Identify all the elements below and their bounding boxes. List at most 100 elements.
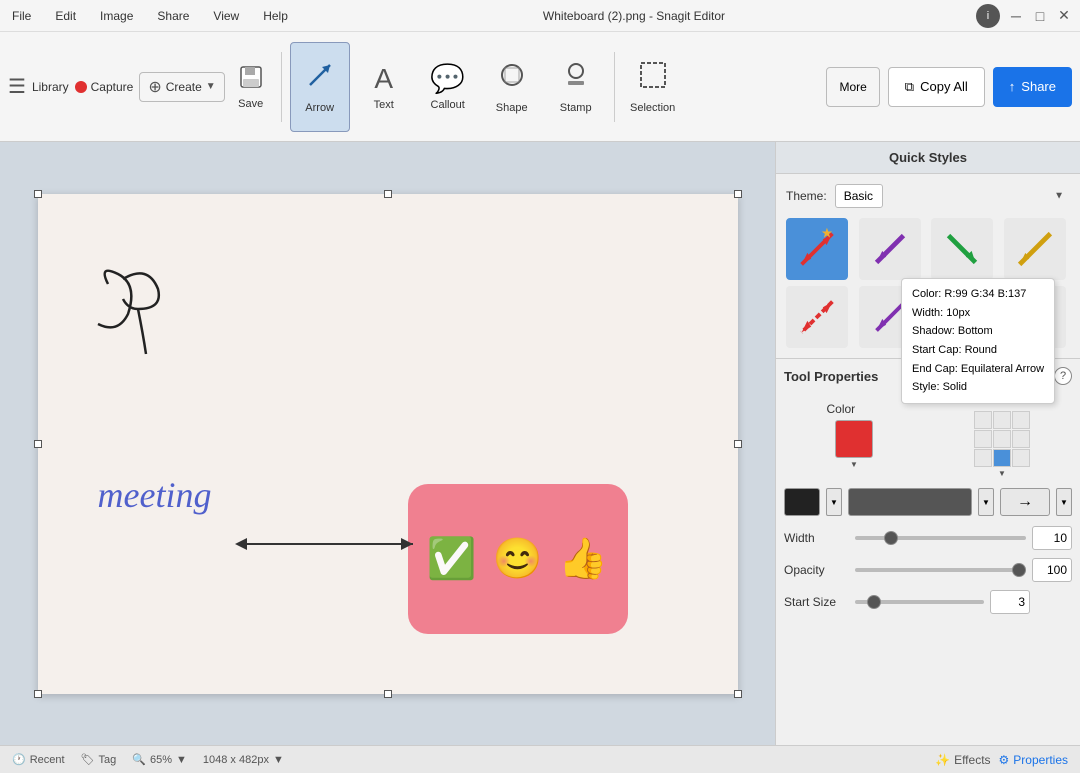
info-button[interactable]: i	[976, 4, 1000, 28]
stamp-tool-button[interactable]: Stamp	[546, 42, 606, 132]
line-style-dropdown[interactable]: ▼	[978, 488, 994, 516]
handle-bottom-left[interactable]	[34, 690, 42, 698]
more-button[interactable]: More	[826, 67, 879, 107]
close-button[interactable]: ✕	[1056, 8, 1072, 24]
shadow-cell-ml[interactable]	[974, 430, 992, 448]
svg-text:★: ★	[821, 225, 833, 240]
color-swatch[interactable]	[835, 420, 873, 458]
zoom-dropdown-arrow[interactable]: ▼	[176, 754, 187, 766]
style-item-3[interactable]	[931, 218, 993, 280]
recent-button[interactable]: 🕐 Recent	[12, 753, 65, 766]
smiley-emoji: 😊	[493, 535, 543, 582]
handwriting-gp	[68, 244, 198, 374]
arrow-label: Arrow	[305, 102, 334, 114]
save-button[interactable]: Save	[237, 63, 265, 110]
search-icon: 🔍	[132, 753, 146, 766]
help-button[interactable]: ?	[1054, 367, 1072, 385]
handle-bottom-middle[interactable]	[384, 690, 392, 698]
handle-top-middle[interactable]	[384, 190, 392, 198]
library-button[interactable]: Library	[32, 80, 69, 94]
handle-middle-left[interactable]	[34, 440, 42, 448]
shadow-cell-bc[interactable]	[993, 449, 1011, 467]
copy-all-button[interactable]: ⧉ Copy All	[888, 67, 985, 107]
menu-edit[interactable]: Edit	[51, 7, 80, 25]
menu-share[interactable]: Share	[153, 7, 193, 25]
shadow-cell-tl[interactable]	[974, 411, 992, 429]
color-label: Color	[827, 402, 882, 416]
canvas-wrapper: meeting ✅ 😊 👍	[38, 194, 738, 694]
handle-top-left[interactable]	[34, 190, 42, 198]
theme-select-wrapper: Basic	[835, 184, 1070, 208]
shadow-cell-tr[interactable]	[1012, 411, 1030, 429]
zoom-value[interactable]: 65%	[150, 754, 172, 766]
theme-select[interactable]: Basic	[835, 184, 883, 208]
create-button[interactable]: ⊕ Create ▼	[139, 72, 224, 102]
width-row: Width	[784, 526, 1072, 550]
style-item-5[interactable]	[786, 286, 848, 348]
canvas-area[interactable]: meeting ✅ 😊 👍	[0, 142, 775, 745]
line-color-button[interactable]	[784, 488, 820, 516]
shadow-cell-mc[interactable]	[993, 430, 1011, 448]
shadow-cell-tc[interactable]	[993, 411, 1011, 429]
opacity-slider[interactable]	[855, 568, 1026, 572]
start-size-slider[interactable]	[855, 600, 984, 604]
menu-toggle-button[interactable]: ☰	[8, 74, 26, 99]
handle-bottom-right[interactable]	[734, 690, 742, 698]
styles-grid: ★	[786, 218, 1070, 348]
dimensions-dropdown[interactable]: ▼	[273, 754, 284, 766]
menu-file[interactable]: File	[8, 7, 35, 25]
menu-view[interactable]: View	[209, 7, 243, 25]
theme-row: Theme: Basic	[786, 184, 1070, 208]
capture-button[interactable]: Capture	[75, 80, 134, 94]
main-toolbar: ☰ Library Capture ⊕ Create ▼ Save	[0, 32, 1080, 142]
maximize-button[interactable]: □	[1032, 8, 1048, 24]
callout-tool-button[interactable]: 💬 Callout	[418, 42, 478, 132]
right-panel: Quick Styles Theme: Basic	[775, 142, 1080, 745]
selection-tool-button[interactable]: Selection	[623, 42, 683, 132]
quick-styles-section: Theme: Basic ★	[776, 174, 1080, 359]
handle-middle-right[interactable]	[734, 440, 742, 448]
color-dropdown-arrow[interactable]: ▼	[850, 460, 858, 469]
toolbar-separator-2	[614, 52, 615, 122]
tooltip-end-cap: End Cap: Equilateral Arrow	[912, 360, 1044, 379]
width-value[interactable]	[1032, 526, 1072, 550]
minimize-button[interactable]: ─	[1008, 8, 1024, 24]
copy-all-label: Copy All	[920, 79, 968, 94]
arrow-tool-button[interactable]: Arrow	[290, 42, 350, 132]
style-item-4[interactable]	[1004, 218, 1066, 280]
text-tool-button[interactable]: A Text	[354, 42, 414, 132]
opacity-value[interactable]	[1032, 558, 1072, 582]
share-icon: ↑	[1009, 79, 1016, 94]
callout-icon: 💬	[430, 62, 465, 95]
shadow-grid	[974, 411, 1030, 467]
selection-label: Selection	[630, 102, 675, 114]
menu-help[interactable]: Help	[259, 7, 292, 25]
style-item-2[interactable]	[859, 218, 921, 280]
line-style-button[interactable]	[848, 488, 972, 516]
style-item-1[interactable]: ★	[786, 218, 848, 280]
handle-top-right[interactable]	[734, 190, 742, 198]
start-size-value[interactable]	[990, 590, 1030, 614]
line-color-dropdown[interactable]: ▼	[826, 488, 842, 516]
effects-button[interactable]: ✨ Effects	[935, 753, 990, 767]
window-controls[interactable]: ─ □ ✕	[1008, 8, 1072, 24]
arrow-end-button[interactable]: →	[1000, 488, 1050, 516]
shadow-dropdown-arrow[interactable]: ▼	[998, 469, 1006, 478]
pink-box: ✅ 😊 👍	[408, 484, 628, 634]
shape-tool-button[interactable]: Shape	[482, 42, 542, 132]
meeting-text: meeting	[98, 474, 212, 516]
shadow-cell-mr[interactable]	[1012, 430, 1030, 448]
menu-image[interactable]: Image	[96, 7, 137, 25]
shadow-cell-br[interactable]	[1012, 449, 1030, 467]
properties-button[interactable]: ⚙ Properties	[999, 753, 1068, 767]
tag-button[interactable]: 🏷 Tag	[81, 753, 117, 766]
shape-icon	[496, 59, 528, 98]
zoom-control[interactable]: 🔍 65% ▼	[132, 753, 187, 766]
menu-bar[interactable]: File Edit Image Share View Help	[8, 7, 292, 25]
arrow-end-dropdown[interactable]: ▼	[1056, 488, 1072, 516]
share-button[interactable]: ↑ Share	[993, 67, 1072, 107]
tooltip-shadow: Shadow: Bottom	[912, 322, 1044, 341]
capture-label: Capture	[91, 80, 134, 94]
shadow-cell-bl[interactable]	[974, 449, 992, 467]
width-slider[interactable]	[855, 536, 1026, 540]
